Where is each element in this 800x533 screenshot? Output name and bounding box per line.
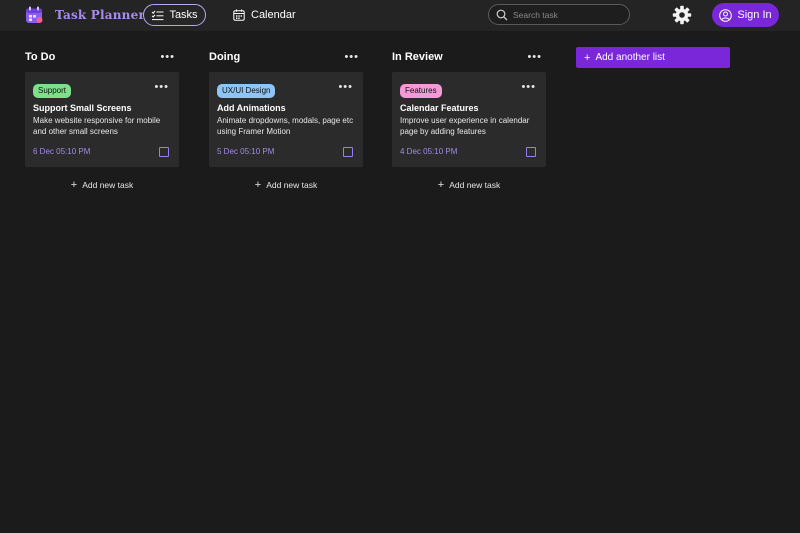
list-in-review: In Review ••• Features ••• Calendar Feat… xyxy=(392,49,546,191)
task-date: 5 Dec 05:10 PM xyxy=(217,147,275,156)
add-task-label: Add new task xyxy=(449,180,501,190)
task-card[interactable]: Features ••• Calendar Features Improve u… xyxy=(392,72,546,167)
plus-icon: + xyxy=(254,179,262,191)
more-horizontal-icon[interactable]: ••• xyxy=(527,52,546,63)
more-horizontal-icon[interactable]: ••• xyxy=(521,82,540,93)
add-task-label: Add new task xyxy=(82,180,134,190)
sign-in-label: Sign In xyxy=(737,9,772,21)
list-to-do: To Do ••• Support ••• Support Small Scre… xyxy=(25,49,179,191)
list-title: To Do xyxy=(25,51,56,63)
search-input[interactable] xyxy=(513,9,613,20)
add-task-button[interactable]: + Add new task xyxy=(25,179,179,191)
add-task-button[interactable]: + Add new task xyxy=(209,179,363,191)
list-title: Doing xyxy=(209,51,241,63)
task-description: Animate dropdowns, modals, page etc usin… xyxy=(217,116,354,136)
task-title: Support Small Screens xyxy=(33,103,132,113)
task-checkbox[interactable] xyxy=(343,147,353,157)
more-horizontal-icon[interactable]: ••• xyxy=(344,52,363,63)
task-checkbox[interactable] xyxy=(526,147,536,157)
tab-tasks[interactable]: Tasks xyxy=(143,4,206,26)
calendar-icon xyxy=(233,9,245,21)
task-description: Improve user experience in calendar page… xyxy=(400,116,530,136)
tab-calendar[interactable]: Calendar xyxy=(233,5,296,25)
app-title: Task Planner xyxy=(55,8,145,22)
tab-tasks-label: Tasks xyxy=(169,9,198,21)
task-description: Make website responsive for mobile and o… xyxy=(33,116,161,136)
plus-icon: + xyxy=(70,179,78,191)
gear-icon[interactable] xyxy=(672,5,692,25)
tag-badge: UX/UI Design xyxy=(217,84,276,98)
tag-badge: Support xyxy=(33,84,72,98)
top-navbar: Task Planner Tasks Calendar Search task … xyxy=(0,0,800,31)
tag-badge: Features xyxy=(400,84,442,98)
user-circle-icon xyxy=(719,8,733,22)
task-date: 6 Dec 05:10 PM xyxy=(33,147,91,156)
more-horizontal-icon[interactable]: ••• xyxy=(338,82,357,93)
more-horizontal-icon[interactable]: ••• xyxy=(154,82,173,93)
task-title: Calendar Features xyxy=(400,103,479,113)
add-list-label: Add another list xyxy=(595,52,665,63)
task-title: Add Animations xyxy=(217,103,286,113)
search-icon xyxy=(496,9,508,20)
brand[interactable]: Task Planner xyxy=(25,6,145,24)
add-task-label: Add new task xyxy=(266,180,318,190)
calendar-logo-icon xyxy=(26,6,43,23)
task-checkbox[interactable] xyxy=(159,147,169,157)
plus-icon: + xyxy=(584,51,591,64)
task-date: 4 Dec 05:10 PM xyxy=(400,147,458,156)
add-task-button[interactable]: + Add new task xyxy=(392,179,546,191)
sign-in-button[interactable]: Sign In xyxy=(712,3,779,27)
plus-icon: + xyxy=(437,179,445,191)
list-title: In Review xyxy=(392,51,443,63)
search-box[interactable] xyxy=(488,4,630,25)
more-horizontal-icon[interactable]: ••• xyxy=(160,52,179,63)
checklist-icon xyxy=(152,10,164,20)
task-card[interactable]: UX/UI Design ••• Add Animations Animate … xyxy=(209,72,363,167)
add-list-button[interactable]: + Add another list xyxy=(576,47,730,68)
tab-calendar-label: Calendar xyxy=(251,9,296,21)
task-card[interactable]: Support ••• Support Small Screens Make w… xyxy=(25,72,179,167)
list-doing: Doing ••• UX/UI Design ••• Add Animation… xyxy=(209,49,363,191)
